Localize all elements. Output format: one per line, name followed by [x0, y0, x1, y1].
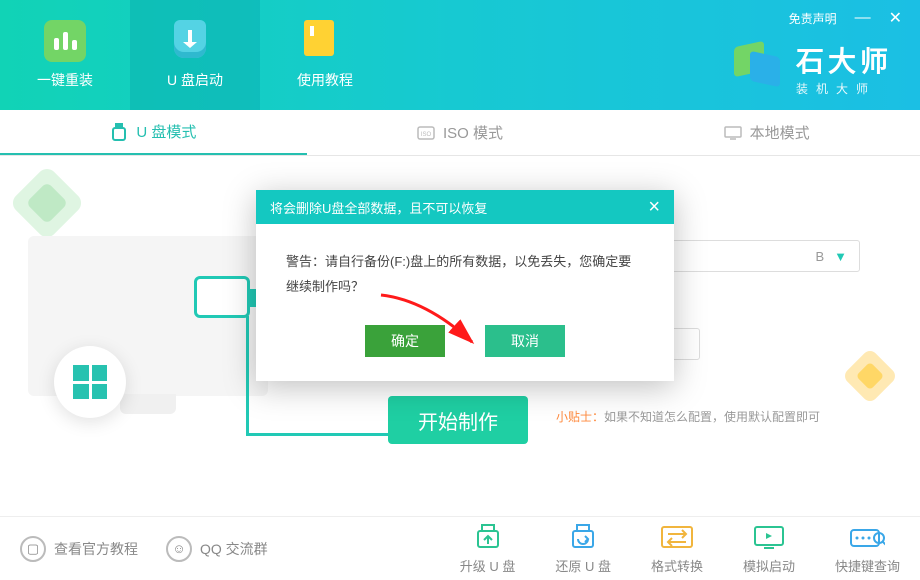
tab-label: 一键重装: [37, 70, 93, 90]
minimize-button[interactable]: —: [855, 9, 871, 27]
dialog-close-icon[interactable]: ×: [648, 196, 660, 219]
windows-logo-icon: [54, 346, 126, 418]
action-icon: [751, 522, 787, 552]
cancel-button[interactable]: 取消: [485, 325, 565, 357]
tab-label: 使用教程: [297, 70, 353, 90]
header-tabs: 一键重装 U 盘启动 使用教程: [0, 0, 390, 110]
dialog-title: 将会删除U盘全部数据，且不可以恢复: [270, 198, 487, 217]
tab-usb-boot[interactable]: U 盘启动: [130, 0, 260, 110]
people-icon: ☺: [166, 536, 192, 562]
iso-icon: ISO: [417, 124, 435, 142]
confirm-button[interactable]: 确定: [365, 325, 445, 357]
mode-tabs: U 盘模式 ISO ISO 模式 本地模式: [0, 110, 920, 156]
book-icon: [304, 20, 334, 56]
qq-group-link[interactable]: ☺ QQ 交流群: [166, 536, 268, 562]
tab-reinstall[interactable]: 一键重装: [0, 0, 130, 110]
brand-logo: 石大师 装机大师: [734, 40, 892, 97]
bars-icon: [54, 32, 77, 50]
action-icon: [565, 522, 601, 552]
action-icon: [470, 522, 506, 552]
action-icon: [659, 522, 695, 552]
start-create-button[interactable]: 开始制作: [388, 396, 528, 444]
tip-text: 小贴士：如果不知道怎么配置，使用默认配置即可: [556, 408, 820, 425]
shield-icon: [174, 20, 206, 58]
confirm-dialog: 将会删除U盘全部数据，且不可以恢复 × 警告：请自行备份(F:)盘上的所有数据，…: [256, 190, 674, 381]
usb-icon: [110, 123, 128, 141]
bottom-action-4[interactable]: 快捷键查询: [835, 522, 900, 575]
bottom-action-0[interactable]: 升级 U 盘: [460, 522, 516, 575]
bottom-action-1[interactable]: 还原 U 盘: [555, 522, 611, 575]
chevron-down-icon: ▼: [834, 249, 847, 264]
brand-title: 石大师: [796, 40, 892, 80]
close-button[interactable]: ✕: [889, 8, 902, 28]
svg-text:ISO: ISO: [421, 132, 432, 138]
brand-subtitle: 装机大师: [796, 80, 892, 97]
action-icon: [849, 522, 885, 552]
decoration: [0, 176, 280, 496]
official-tutorial-link[interactable]: ▢ 查看官方教程: [20, 536, 138, 562]
bottom-action-2[interactable]: 格式转换: [651, 522, 703, 575]
tab-iso-mode[interactable]: ISO ISO 模式: [307, 110, 614, 155]
tab-local-mode[interactable]: 本地模式: [613, 110, 920, 155]
bottom-action-3[interactable]: 模拟启动: [743, 522, 795, 575]
decoration-square: [842, 348, 899, 405]
logo-icon: [734, 44, 784, 94]
tab-label: U 盘启动: [167, 70, 223, 90]
usb-illustration: [194, 276, 250, 318]
book-open-icon: ▢: [20, 536, 46, 562]
app-header: 一键重装 U 盘启动 使用教程 免责声明 — ✕ 石大师 装机大师: [0, 0, 920, 110]
bottom-bar: ▢ 查看官方教程 ☺ QQ 交流群 升级 U 盘还原 U 盘格式转换模拟启动快捷…: [0, 516, 920, 580]
tab-tutorial[interactable]: 使用教程: [260, 0, 390, 110]
dialog-body: 警告：请自行备份(F:)盘上的所有数据，以免丢失，您确定要继续制作吗？: [256, 224, 674, 317]
tab-usb-mode[interactable]: U 盘模式: [0, 110, 307, 155]
disclaimer-link[interactable]: 免责声明: [789, 10, 837, 27]
monitor-icon: [724, 124, 742, 142]
